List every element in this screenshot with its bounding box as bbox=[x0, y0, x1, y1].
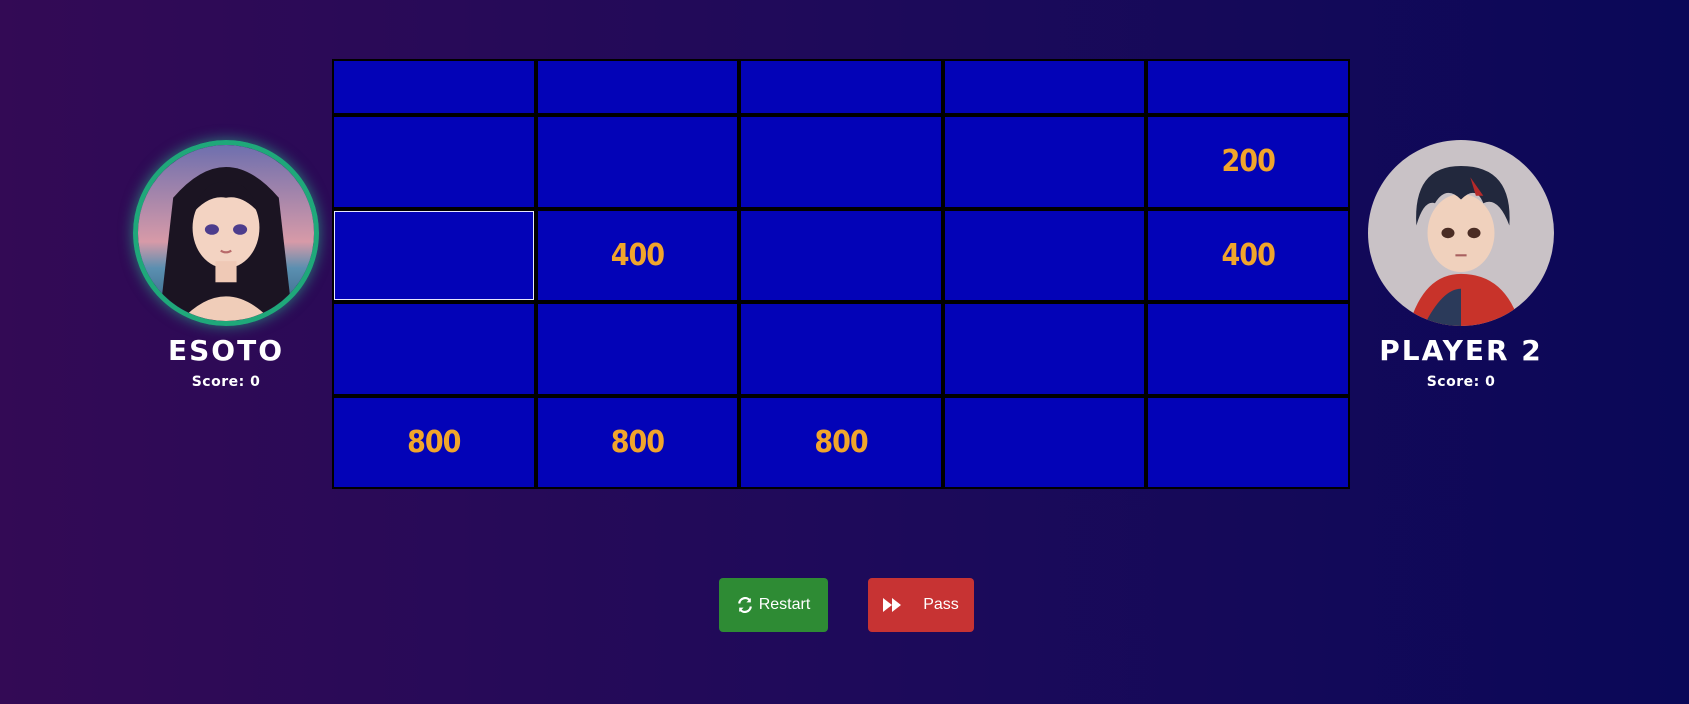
fast-forward-icon bbox=[883, 598, 902, 612]
restart-label: Restart bbox=[758, 596, 811, 613]
question-cell[interactable] bbox=[741, 304, 941, 394]
pass-button[interactable]: Pass bbox=[868, 578, 974, 632]
question-cell[interactable] bbox=[741, 210, 941, 300]
player-1-score-value: 0 bbox=[250, 374, 261, 390]
refresh-icon bbox=[737, 597, 752, 613]
category-header bbox=[334, 61, 534, 113]
player-2-panel: PLAYER 2 Score: 0 bbox=[1361, 140, 1561, 390]
game-board: 200 400 400 800 800 800 bbox=[332, 59, 1350, 489]
player-2-name: PLAYER 2 bbox=[1379, 334, 1543, 367]
player-2-avatar bbox=[1368, 140, 1554, 326]
player-1-avatar bbox=[133, 140, 319, 326]
player-2-score-label: Score: bbox=[1426, 374, 1480, 390]
player-2-score: Score: 0 bbox=[1361, 374, 1561, 390]
question-cell[interactable] bbox=[944, 117, 1145, 207]
question-cell[interactable] bbox=[1148, 304, 1348, 394]
category-header bbox=[944, 61, 1145, 113]
question-cell[interactable] bbox=[334, 117, 534, 207]
player-2-score-value: 0 bbox=[1485, 374, 1496, 390]
category-header bbox=[537, 61, 738, 113]
player-1-score-label: Score: bbox=[191, 374, 245, 390]
question-cell[interactable]: 800 bbox=[537, 397, 738, 487]
category-header bbox=[1148, 61, 1348, 113]
anime-girl-avatar-icon bbox=[138, 145, 314, 321]
question-cell[interactable]: 400 bbox=[537, 210, 738, 300]
question-cell[interactable]: 800 bbox=[741, 397, 941, 487]
question-cell[interactable] bbox=[334, 210, 534, 300]
player-1-panel: ESOTO Score: 0 bbox=[126, 140, 326, 390]
question-cell[interactable] bbox=[741, 117, 941, 207]
anime-boy-avatar-icon bbox=[1368, 140, 1554, 326]
restart-button[interactable]: Restart bbox=[719, 578, 828, 632]
question-cell[interactable] bbox=[537, 304, 738, 394]
question-cell[interactable] bbox=[1148, 397, 1348, 487]
pass-label: Pass bbox=[923, 596, 959, 613]
question-cell[interactable]: 200 bbox=[1148, 117, 1348, 207]
question-cell[interactable] bbox=[944, 210, 1145, 300]
question-cell[interactable] bbox=[537, 117, 738, 207]
question-cell[interactable] bbox=[944, 397, 1145, 487]
player-1-score: Score: 0 bbox=[126, 374, 326, 390]
question-cell[interactable] bbox=[944, 304, 1145, 394]
question-cell[interactable] bbox=[334, 304, 534, 394]
player-1-name: ESOTO bbox=[168, 334, 284, 367]
category-header bbox=[741, 61, 941, 113]
question-cell[interactable]: 800 bbox=[334, 397, 534, 487]
question-cell[interactable]: 400 bbox=[1148, 210, 1348, 300]
